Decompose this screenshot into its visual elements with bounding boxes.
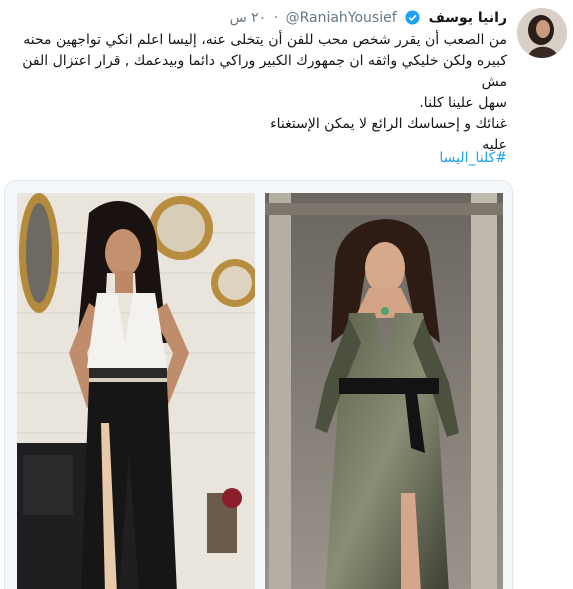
tweet-text-line: من الصعب أن يقرر شخص محب للفن أن يتخلى ع… [23, 32, 507, 48]
media-photo-left[interactable] [17, 193, 255, 589]
tweet-header: رانيا يوسف @RaniahYousief · ٢٠ س [230, 8, 507, 31]
author-handle[interactable]: @RaniahYousief [286, 10, 397, 26]
author-avatar[interactable] [517, 8, 567, 58]
media-photo-right[interactable] [265, 193, 503, 589]
tweet-text-line: عليه [482, 137, 507, 153]
tweet-timestamp[interactable]: ٢٠ س [230, 10, 267, 26]
hashtag-link[interactable]: #كلنا_اليسا [439, 150, 507, 166]
verified-badge-icon [405, 10, 420, 31]
tweet-text-line: كبيره ولكن خليكي واثقه ان جمهورك الكبير … [22, 53, 507, 90]
tweet-text: من الصعب أن يقرر شخص محب للفن أن يتخلى ع… [2, 30, 507, 156]
tweet-text-line: غنائك و إحساسك الرائع لا يمكن الإستغناء [270, 116, 507, 132]
author-name[interactable]: رانيا يوسف [429, 10, 507, 26]
tweet-media [4, 180, 513, 589]
tweet-text-line: سهل علينا كلنا. [419, 95, 507, 111]
separator-dot: · [273, 10, 279, 26]
